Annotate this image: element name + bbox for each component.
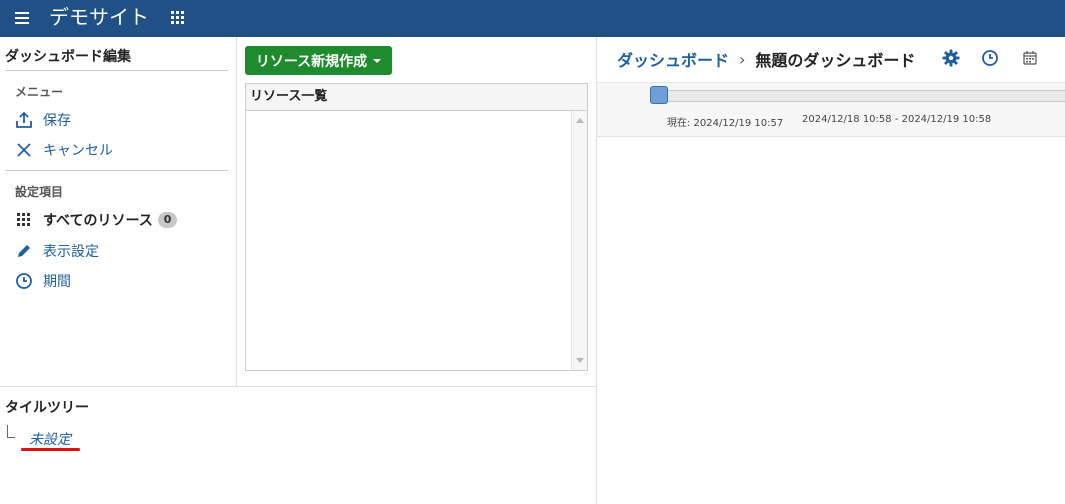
all-resources-label: すべてのリソース	[43, 213, 153, 229]
dashboard-edit-panel: ダッシュボード編集 メニュー 保存 キャンセル 設定項目 すべてのリソース 0	[0, 37, 237, 386]
divider	[5, 70, 228, 71]
time-slider: 現在: 2024/12/19 10:57 2024/12/18 10:58 - …	[597, 82, 1065, 137]
menu-icon[interactable]	[15, 12, 29, 24]
period-item[interactable]: 期間	[15, 270, 71, 292]
time-range-label: 2024/12/18 10:58 - 2024/12/19 10:58	[802, 114, 992, 125]
settings-section-label: 設定項目	[15, 185, 64, 199]
calendar-icon[interactable]	[1021, 49, 1039, 67]
breadcrumb-dashboard-link[interactable]: ダッシュボード	[617, 47, 729, 71]
breadcrumb: ダッシュボード › 無題のダッシュボード	[617, 47, 915, 71]
slider-track[interactable]	[659, 90, 1065, 102]
dashboard-preview-panel: ダッシュボード › 無題のダッシュボード 現在: 2024/12/19 10:5…	[596, 37, 1065, 504]
cancel-button[interactable]: キャンセル	[15, 139, 113, 161]
all-resources-item[interactable]: すべてのリソース 0	[15, 209, 178, 231]
display-settings-label: 表示設定	[43, 244, 99, 260]
tree-node-unset[interactable]: 未設定	[29, 429, 71, 449]
site-title[interactable]: デモサイト	[49, 4, 149, 30]
gear-icon[interactable]	[942, 49, 960, 67]
menu-section-label: メニュー	[15, 85, 64, 99]
tile-tree-title: タイルツリー	[5, 400, 89, 416]
chevron-down-icon	[373, 58, 382, 63]
apps-icon[interactable]	[170, 10, 186, 26]
tree-connector	[7, 425, 15, 438]
resource-list-header: リソース一覧	[246, 84, 587, 111]
tile-tree-panel: タイルツリー 未設定	[0, 386, 596, 504]
close-icon	[15, 141, 33, 159]
slider-handle[interactable]	[650, 86, 668, 104]
panel-title: ダッシュボード編集	[5, 49, 131, 65]
highlight-underline	[21, 448, 80, 451]
new-resource-button[interactable]: リソース新規作成	[245, 46, 392, 75]
resource-count-badge: 0	[157, 212, 178, 228]
pencil-icon	[15, 242, 33, 260]
clock-icon[interactable]	[981, 49, 999, 67]
current-time-label: 現在: 2024/12/19 10:57	[667, 118, 784, 129]
divider	[5, 170, 228, 171]
top-header: デモサイト	[0, 0, 1065, 37]
breadcrumb-separator: ›	[739, 49, 746, 69]
scrollbar[interactable]	[571, 111, 587, 370]
grid-icon	[15, 211, 33, 229]
cancel-label: キャンセル	[43, 143, 113, 159]
save-button[interactable]: 保存	[15, 109, 71, 131]
new-resource-label: リソース新規作成	[255, 53, 368, 70]
breadcrumb-current: 無題のダッシュボード	[755, 51, 916, 70]
scroll-up-icon[interactable]	[576, 118, 584, 123]
clock-icon	[15, 272, 33, 290]
scroll-down-icon[interactable]	[576, 358, 584, 363]
display-settings-item[interactable]: 表示設定	[15, 240, 99, 262]
upload-icon	[15, 111, 33, 129]
period-label: 期間	[43, 274, 71, 290]
save-label: 保存	[43, 113, 71, 129]
resource-panel: リソース新規作成 リソース一覧	[237, 37, 596, 386]
resource-list[interactable]: リソース一覧	[245, 83, 588, 371]
